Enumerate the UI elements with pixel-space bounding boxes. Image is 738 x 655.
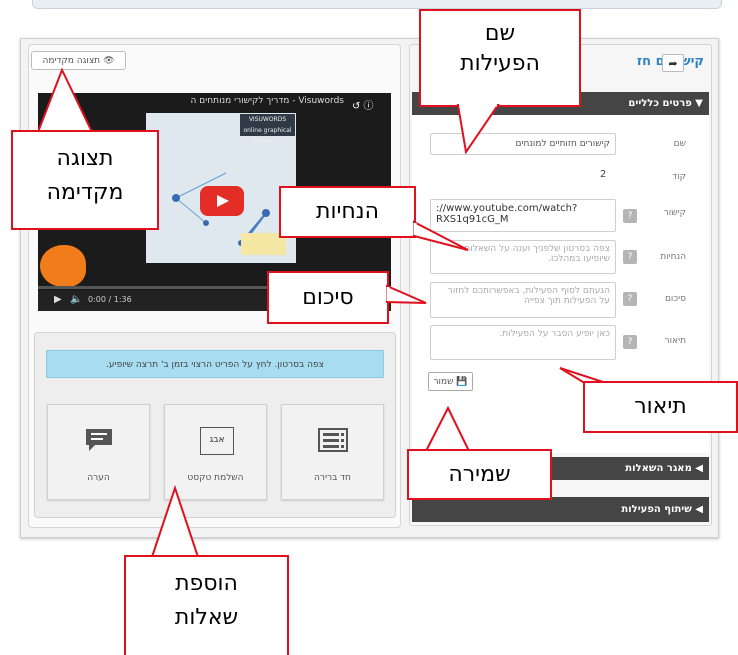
callout-add-questions: הוספת שאלות: [124, 555, 289, 655]
callout-tail: [150, 484, 200, 558]
